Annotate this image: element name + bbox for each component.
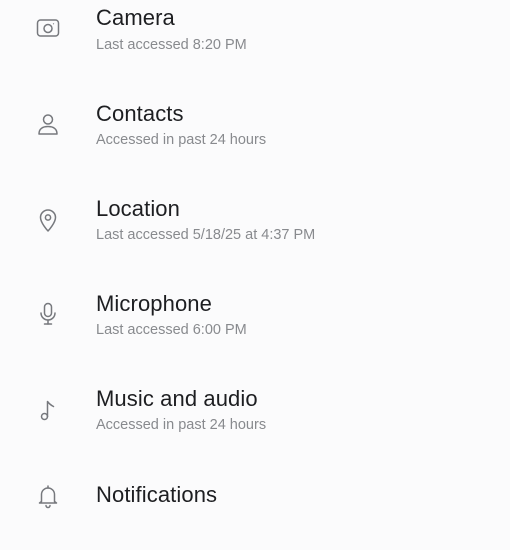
person-icon (33, 109, 63, 139)
permission-title: Music and audio (96, 386, 258, 411)
permission-subtitle: Accessed in past 24 hours (96, 417, 267, 433)
permission-title: Notifications (96, 482, 218, 507)
permission-title: Location (96, 196, 180, 221)
permission-subtitle: Last accessed 8:20 PM (96, 37, 247, 53)
bell-icon (33, 481, 63, 511)
location-pin-icon (33, 205, 63, 235)
permission-item-contacts[interactable]: Contacts Accessed in past 24 hours (0, 95, 510, 190)
permission-item-location[interactable]: Location Last accessed 5/18/25 at 4:37 P… (0, 190, 510, 285)
music-note-icon (33, 395, 63, 425)
permission-item-camera[interactable]: Camera Last accessed 8:20 PM (0, 0, 510, 95)
permission-title: Contacts (96, 101, 184, 126)
permission-subtitle: Last accessed 5/18/25 at 4:37 PM (96, 227, 316, 243)
permission-item-notifications[interactable]: Notifications (0, 475, 510, 550)
permission-subtitle: Last accessed 6:00 PM (96, 322, 247, 338)
permissions-list: Camera Last accessed 8:20 PM Contacts Ac… (0, 0, 510, 550)
permission-title: Microphone (96, 291, 212, 316)
permission-item-microphone[interactable]: Microphone Last accessed 6:00 PM (0, 285, 510, 380)
camera-icon (33, 13, 63, 43)
microphone-icon (33, 299, 63, 329)
permission-title: Camera (96, 5, 175, 30)
permission-subtitle: Accessed in past 24 hours (96, 132, 267, 148)
permission-item-music-and-audio[interactable]: Music and audio Accessed in past 24 hour… (0, 380, 510, 475)
